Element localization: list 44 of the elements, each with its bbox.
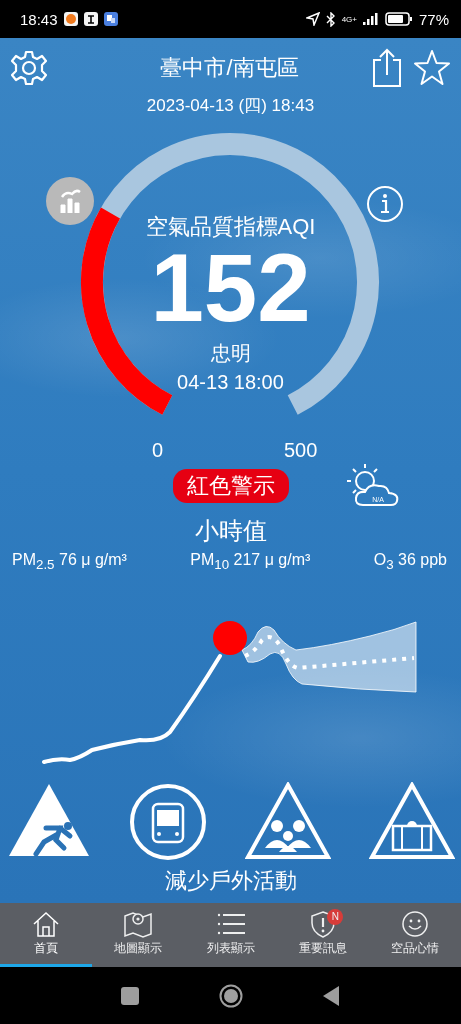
pollutant-reading: PM$_{10}$ 217 μ g/m³ [190,551,311,573]
pollutant-reading: PM$_{2.5}$ 76 μ g/m³ [12,551,127,573]
hourly-title: 小時值 [193,516,268,546]
app-notification-icon [63,12,78,26]
nav-tab[interactable]: 地圖顯示 [92,903,185,967]
news-app-icon [83,12,98,26]
recents-button[interactable] [120,986,139,1005]
smiley-icon [400,910,429,938]
nav-tab[interactable]: 列表顯示 [184,903,277,967]
signal-icon [362,13,379,25]
aqi-value: 152 [150,238,311,338]
battery-percent: 77% [418,10,449,28]
settings-icon[interactable] [10,49,48,87]
gauge-max-label: 500 [284,439,318,462]
measure-time: 04-13 18:00 [177,371,284,394]
translate-app-icon [103,12,118,26]
running-warning-icon [8,782,90,859]
status-time: 18:43 [20,10,58,28]
home-button[interactable] [218,983,243,1008]
aqi-label: 空氣品質指標AQI [145,213,316,241]
alert-badge: 紅色警示 [172,469,289,503]
info-icon[interactable] [366,185,404,223]
map-pin-icon [123,910,154,938]
star-icon[interactable] [413,49,451,87]
home-icon [32,910,61,938]
advice-text: 減少戶外活動 [163,867,298,896]
date-time: 2023-04-13 (四) 18:43 [145,95,316,117]
location-arrow-icon [305,12,320,26]
bluetooth-icon [325,11,336,27]
battery-icon [384,12,413,26]
location-title: 臺中市/南屯區 [159,54,300,82]
group-warning-icon [245,782,332,861]
window-warning-icon [368,782,455,861]
station-name: 忠明 [210,341,251,366]
network-type: 4G+ [341,14,357,24]
gauge-min-label: 0 [152,439,164,462]
share-icon[interactable] [371,48,403,88]
nav-tab[interactable]: 空品心情 [368,903,461,967]
nav-tab[interactable]: N 重要訊息 [276,903,369,967]
pollutant-reading: O$_{3}$ 36 ppb [373,551,447,573]
back-button[interactable] [322,985,341,1006]
notification-badge: N [327,909,344,925]
bus-icon[interactable] [127,782,208,863]
shield-alert-icon [308,910,337,938]
